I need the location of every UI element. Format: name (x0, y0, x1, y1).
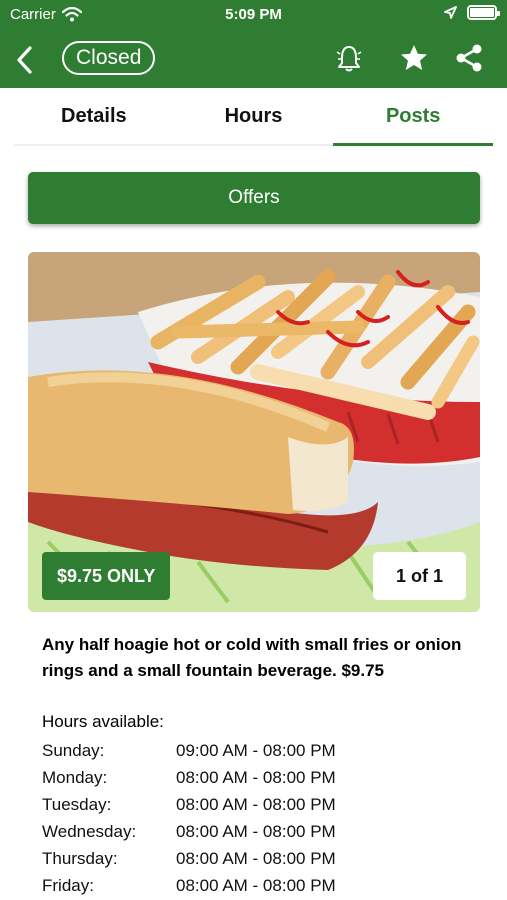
status-right-group (444, 5, 500, 20)
status-bar: Carrier 5:09 PM (0, 0, 507, 30)
back-button[interactable] (10, 42, 38, 78)
share-icon (456, 44, 482, 72)
hours-day: Tuesday: (42, 794, 112, 814)
share-button[interactable] (453, 42, 485, 74)
hours-row-tuesday: Tuesday: 08:00 AM - 08:00 PM (42, 791, 482, 818)
header-nav: Closed (0, 38, 507, 80)
hours-day: Monday: (42, 767, 108, 787)
hours-row-wednesday: Wednesday: 08:00 AM - 08:00 PM (42, 818, 482, 845)
price-badge: $9.75 ONLY (42, 552, 171, 600)
location-arrow-icon (444, 6, 457, 19)
hours-time: 08:00 AM - 08:00 PM (176, 875, 336, 895)
top-bar: Carrier 5:09 PM Closed (0, 0, 507, 88)
image-counter: 1 of 1 (373, 552, 466, 600)
hours-time: 08:00 AM - 08:00 PM (176, 794, 336, 814)
hours-row-thursday: Thursday: 08:00 AM - 08:00 PM (42, 845, 482, 872)
favorite-button[interactable] (398, 42, 430, 74)
hours-day: Friday: (42, 875, 94, 895)
status-time: 5:09 PM (225, 6, 282, 23)
hours-row-friday: Friday: 08:00 AM - 08:00 PM (42, 872, 482, 899)
hours-available-title: Hours available: (42, 712, 164, 731)
hours-row-monday: Monday: 08:00 AM - 08:00 PM (42, 764, 482, 791)
tab-details[interactable]: Details (14, 88, 174, 144)
tab-posts[interactable]: Posts (333, 88, 493, 146)
post-description: Any half hoagie hot or cold with small f… (42, 635, 462, 680)
hours-day: Sunday: (42, 740, 105, 760)
bell-icon (336, 46, 362, 72)
hours-list: Sunday: 09:00 AM - 08:00 PM Monday: 08:0… (42, 737, 482, 899)
tab-bar: Details Hours Posts (14, 88, 493, 146)
offers-button[interactable]: Offers (28, 172, 480, 224)
back-chevron-icon (17, 46, 32, 74)
hours-time: 09:00 AM - 08:00 PM (176, 740, 336, 760)
battery-icon (467, 5, 500, 20)
notify-button[interactable] (333, 42, 365, 74)
star-icon (401, 45, 427, 70)
post-image-carousel[interactable]: $9.75 ONLY 1 of 1 (28, 252, 480, 612)
status-pill: Closed (62, 41, 156, 75)
hours-day: Wednesday: (42, 821, 137, 841)
hours-row-sunday: Sunday: 09:00 AM - 08:00 PM (42, 737, 482, 764)
hours-time: 08:00 AM - 08:00 PM (176, 848, 336, 868)
hours-day: Thursday: (42, 848, 118, 868)
hours-time: 08:00 AM - 08:00 PM (176, 767, 336, 787)
tab-hours[interactable]: Hours (174, 88, 334, 144)
hours-time: 08:00 AM - 08:00 PM (176, 821, 336, 841)
